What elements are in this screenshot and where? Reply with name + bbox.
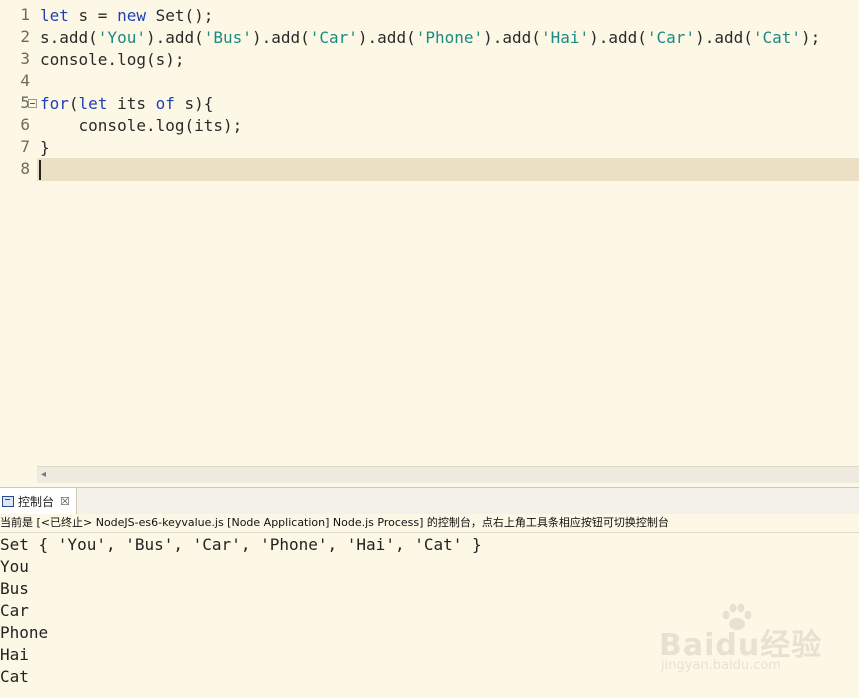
code-token: ).add( xyxy=(695,28,753,47)
code-token: s){ xyxy=(174,94,214,113)
code-line[interactable]: s.add('You').add('Bus').add('Car').add('… xyxy=(40,27,820,49)
code-token: ( xyxy=(68,94,79,113)
line-number: 4 xyxy=(20,71,30,90)
line-number: 1 xyxy=(20,5,30,24)
tab-console[interactable]: 控制台 ☒ xyxy=(0,488,77,514)
string-token: 'Hai' xyxy=(540,28,590,47)
watermark-url: jingyan.baidu.com xyxy=(661,658,781,673)
code-editor[interactable]: 12345678 let s = new Set(); s.add('You').… xyxy=(0,0,859,466)
code-token: s.add( xyxy=(40,28,98,47)
console-output-line: Cat xyxy=(0,667,29,686)
code-token: s = xyxy=(68,6,118,25)
code-token: ).add( xyxy=(589,28,647,47)
line-number: 8 xyxy=(20,159,30,178)
code-token: console.log(s); xyxy=(40,50,185,69)
line-number: 3 xyxy=(20,49,30,68)
code-line[interactable]: let s = new Set(); xyxy=(40,5,213,27)
console-description: 当前是 [<已终止> NodeJS-es6-keyvalue.js [Node … xyxy=(0,514,859,533)
code-line[interactable]: for(let its of s){ xyxy=(40,93,213,115)
line-number: 7 xyxy=(20,137,30,156)
keyword-token: of xyxy=(155,94,175,113)
horizontal-scrollbar[interactable]: ◂ xyxy=(37,466,859,483)
console-output-line: Car xyxy=(0,601,29,620)
code-line[interactable]: } xyxy=(40,137,50,159)
console-view-header: 控制台 ☒ xyxy=(0,487,859,514)
keyword-token: for xyxy=(40,94,69,113)
keyword-token: let xyxy=(40,6,69,25)
console-output-line: Bus xyxy=(0,579,29,598)
current-line-highlight xyxy=(37,158,859,181)
code-token: ).add( xyxy=(357,28,416,47)
line-number: 6 xyxy=(20,115,30,134)
code-token: console.log(its); xyxy=(40,116,243,135)
code-token: Set(); xyxy=(145,6,214,25)
console-output-line: You xyxy=(0,557,29,576)
code-line[interactable]: console.log(its); xyxy=(40,115,243,137)
keyword-token: new xyxy=(117,6,146,25)
code-token: ).add( xyxy=(145,28,204,47)
string-token: 'Bus' xyxy=(203,28,252,47)
console-output-line: Phone xyxy=(0,623,49,642)
console-output-line: Hai xyxy=(0,645,29,664)
scroll-left-icon[interactable]: ◂ xyxy=(41,469,46,480)
line-number: 2 xyxy=(20,27,30,46)
code-token: } xyxy=(40,138,50,157)
string-token: 'You' xyxy=(97,28,146,47)
string-token: 'Car' xyxy=(309,28,358,47)
code-token: its xyxy=(107,94,156,113)
fold-toggle-icon[interactable] xyxy=(28,99,37,108)
console-output: Set { 'You', 'Bus', 'Car', 'Phone', 'Hai… xyxy=(0,534,482,688)
console-icon xyxy=(2,495,14,507)
code-line[interactable]: console.log(s); xyxy=(40,49,185,71)
close-icon[interactable]: ☒ xyxy=(60,495,70,508)
baidu-watermark: Baidu经验 jingyan.baidu.com xyxy=(655,600,855,680)
string-token: 'Phone' xyxy=(415,28,484,47)
text-caret xyxy=(39,160,41,180)
code-token: ).add( xyxy=(483,28,541,47)
line-number: 5 xyxy=(20,93,30,112)
tab-console-label: 控制台 xyxy=(18,494,55,509)
code-token: ); xyxy=(801,28,821,47)
string-token: 'Cat' xyxy=(752,28,802,47)
code-token: ).add( xyxy=(251,28,310,47)
console-output-line: Set { 'You', 'Bus', 'Car', 'Phone', 'Hai… xyxy=(0,535,482,554)
string-token: 'Car' xyxy=(646,28,696,47)
keyword-token: let xyxy=(78,94,108,113)
